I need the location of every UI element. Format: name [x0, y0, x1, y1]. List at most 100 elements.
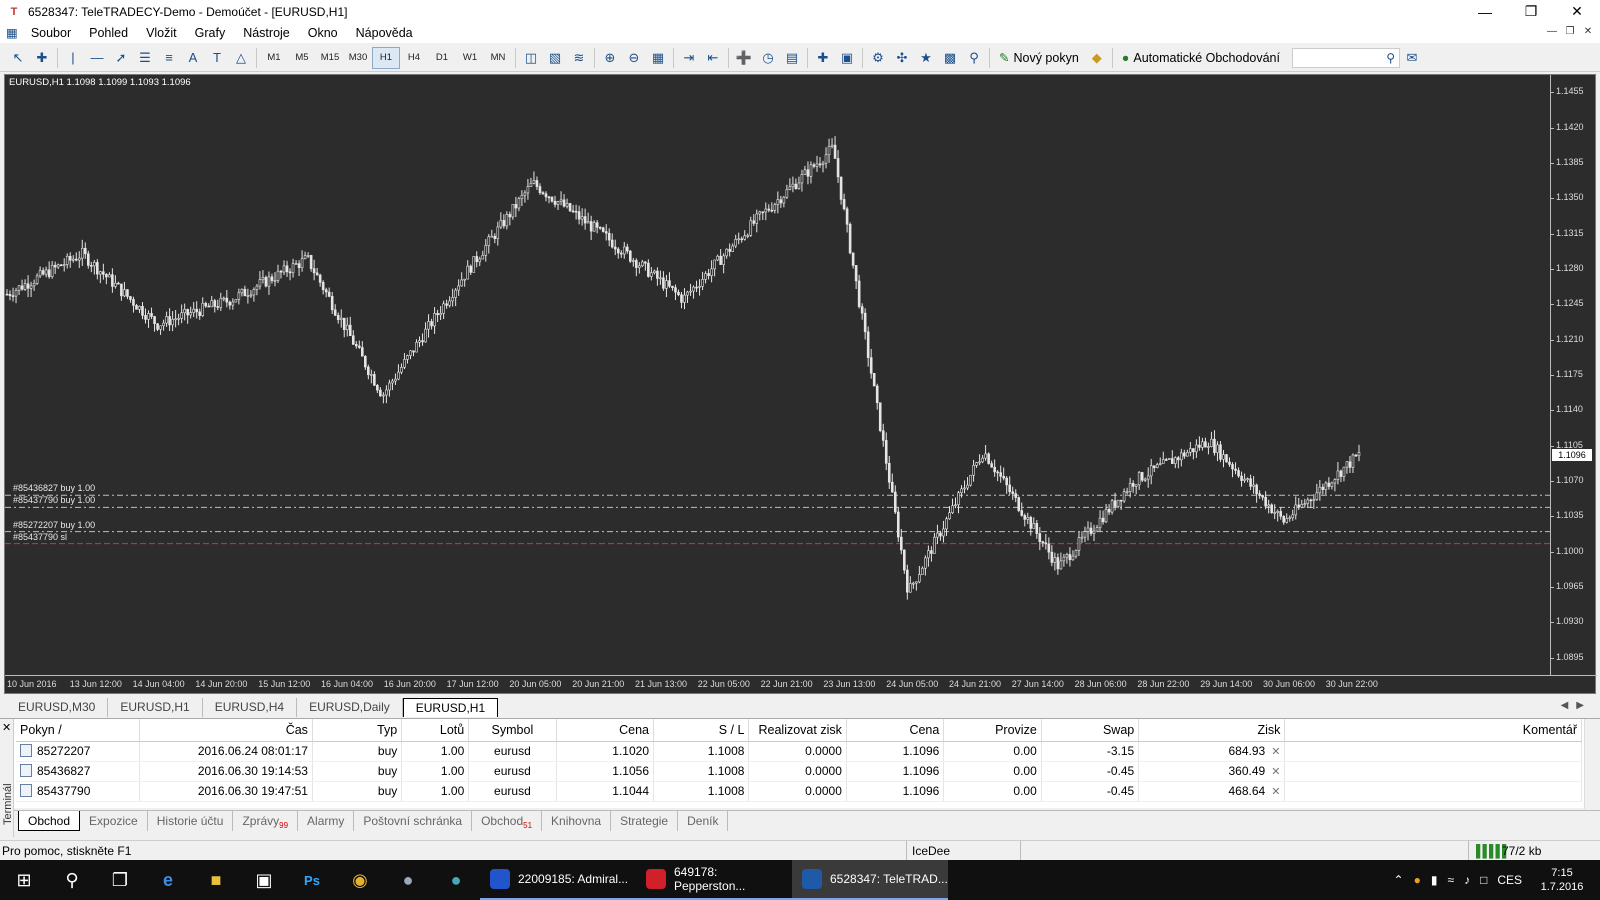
periods-clock-icon[interactable]: ◷	[756, 47, 780, 69]
terminal-tab[interactable]: Strategie	[611, 811, 679, 831]
column-header[interactable]: Realizovat zisk	[748, 719, 847, 742]
taskbar-app[interactable]: 6528347: TeleTRAD...	[792, 860, 948, 900]
menu-napoveda[interactable]: Nápověda	[347, 23, 422, 43]
timeframe-d1[interactable]: D1	[428, 47, 456, 69]
timeframe-m30[interactable]: M30	[344, 47, 372, 69]
minimize-button[interactable]: —	[1462, 0, 1508, 23]
taskbar-app[interactable]: 649178: Pepperston...	[636, 860, 792, 900]
mdi-icon[interactable]: ▦	[0, 23, 22, 43]
file-explorer-icon[interactable]: ■	[192, 860, 240, 900]
terminal-tab[interactable]: Obchod51	[472, 811, 543, 831]
timeframe-h4[interactable]: H4	[400, 47, 428, 69]
table-row[interactable]: 85437790 2016.06.30 19:47:51 buy 1.00 eurusd…	[16, 781, 1582, 802]
vertical-line-icon[interactable]: |	[61, 47, 85, 69]
chrome-icon[interactable]: ◉	[336, 860, 384, 900]
line-chart-icon[interactable]: ≋	[567, 47, 591, 69]
chat-icon[interactable]: ✉	[1400, 47, 1424, 69]
search-input[interactable]: ⚲	[1291, 47, 1400, 68]
tray-app-icon[interactable]: ●	[1414, 873, 1421, 887]
bar-chart-icon[interactable]: ◫	[519, 47, 543, 69]
new-order-button[interactable]: ✎ Nový pokyn	[993, 47, 1085, 69]
fibonacci-icon[interactable]: ≡	[157, 47, 181, 69]
terminal-tab[interactable]: Zprávy99	[233, 811, 299, 831]
start-windows-icon[interactable]: ⊞	[0, 860, 48, 900]
timeframe-w1[interactable]: W1	[456, 47, 484, 69]
table-row[interactable]: 85436827 2016.06.30 19:14:53 buy 1.00 eurusd…	[16, 761, 1582, 782]
close-button[interactable]: ✕	[1554, 0, 1600, 23]
volume-icon[interactable]: ♪	[1464, 873, 1470, 887]
terminal-tab[interactable]: Deník	[678, 811, 729, 831]
terminal-tab[interactable]: Knihovna	[542, 811, 612, 831]
tray-chevron-icon[interactable]: ⌃	[1394, 873, 1404, 887]
close-order-icon[interactable]: ✕	[1271, 746, 1280, 758]
templates-icon[interactable]: ▤	[780, 47, 804, 69]
chart-tab[interactable]: EURUSD,M30	[6, 698, 109, 717]
terminal-icon[interactable]: ▩	[938, 47, 962, 69]
menu-soubor[interactable]: Soubor	[22, 23, 80, 43]
chart-tab[interactable]: EURUSD,H1	[108, 698, 203, 717]
text-label-icon[interactable]: T	[205, 47, 229, 69]
app-badge-icon[interactable]: ●	[432, 860, 480, 900]
table-row[interactable]: 85272207 2016.06.24 08:01:17 buy 1.00 eurusd…	[16, 741, 1582, 762]
zoom-out-icon[interactable]: ⊖	[622, 47, 646, 69]
column-header[interactable]: Cena	[556, 719, 655, 742]
mdi-restore-button[interactable]: ❐	[1562, 23, 1578, 41]
column-header[interactable]: Zisk	[1138, 719, 1286, 742]
tile-windows-icon[interactable]: ▦	[646, 47, 670, 69]
chart-tab[interactable]: EURUSD,Daily	[297, 698, 403, 717]
battery-icon[interactable]: ▮	[1431, 873, 1438, 887]
notifications-icon[interactable]: □	[1480, 873, 1487, 887]
crosshair-icon[interactable]: ✚	[30, 47, 54, 69]
terminal-scrollbar[interactable]	[1584, 719, 1600, 809]
column-header[interactable]: S / L	[653, 719, 750, 742]
signals-icon[interactable]: ◆	[1085, 47, 1109, 69]
terminal-tab[interactable]: Alarmy	[298, 811, 355, 831]
app-globe-icon[interactable]: ●	[384, 860, 432, 900]
column-header[interactable]: Komentář	[1284, 719, 1582, 742]
text-icon[interactable]: A	[181, 47, 205, 69]
horizontal-line-icon[interactable]: —	[85, 47, 109, 69]
market-watch-icon[interactable]: ⚙	[866, 47, 890, 69]
close-order-icon[interactable]: ✕	[1271, 786, 1280, 798]
edge-icon[interactable]: e	[144, 860, 192, 900]
mdi-close-button[interactable]: ✕	[1580, 23, 1596, 41]
terminal-close-icon[interactable]: ✕	[2, 721, 11, 734]
auto-trading-button[interactable]: ● Automatické Obchodování	[1116, 47, 1286, 69]
menu-pohled[interactable]: Pohled	[80, 23, 137, 43]
search-icon[interactable]: ⚲	[48, 860, 96, 900]
chart-tab[interactable]: EURUSD,H4	[203, 698, 298, 717]
zoom-in-icon[interactable]: ⊕	[598, 47, 622, 69]
timeframe-mn[interactable]: MN	[484, 47, 512, 69]
favorites-icon[interactable]: ★	[914, 47, 938, 69]
chart-shift-icon[interactable]: ⇤	[701, 47, 725, 69]
maximize-button[interactable]: ❐	[1508, 0, 1554, 23]
trendline-icon[interactable]: ➚	[109, 47, 133, 69]
timeframe-m5[interactable]: M5	[288, 47, 316, 69]
profiles-icon[interactable]: ▣	[835, 47, 859, 69]
timeframe-m15[interactable]: M15	[316, 47, 344, 69]
column-header[interactable]: Pokyn /	[16, 719, 141, 742]
menu-okno[interactable]: Okno	[299, 23, 347, 43]
column-header[interactable]: Typ	[312, 719, 403, 742]
language-indicator[interactable]: CES	[1497, 873, 1522, 887]
menu-vlozit[interactable]: Vložit	[137, 23, 186, 43]
timeframe-h1[interactable]: H1	[372, 46, 400, 69]
price-chart[interactable]	[5, 75, 1550, 675]
menu-nastroje[interactable]: Nástroje	[234, 23, 299, 43]
terminal-tab[interactable]: Historie účtu	[148, 811, 234, 831]
autoscroll-icon[interactable]: ⇥	[677, 47, 701, 69]
store-icon[interactable]: ▣	[240, 860, 288, 900]
column-header[interactable]: Čas	[139, 719, 313, 742]
terminal-tab[interactable]: Poštovní schránka	[354, 811, 473, 831]
chart-tab[interactable]: EURUSD,H1	[402, 698, 499, 717]
terminal-tab[interactable]: Expozice	[80, 811, 148, 831]
column-header[interactable]: Lotů	[401, 719, 470, 742]
column-header[interactable]: Provize	[943, 719, 1042, 742]
candlestick-icon[interactable]: ▧	[543, 47, 567, 69]
channel-icon[interactable]: ☰	[133, 47, 157, 69]
navigator-icon[interactable]: ✣	[890, 47, 914, 69]
photoshop-icon[interactable]: Ps	[288, 860, 336, 900]
timeframe-m1[interactable]: M1	[260, 47, 288, 69]
column-header[interactable]: Cena	[846, 719, 945, 742]
title-bar[interactable]: T 6528347: TeleTRADECY-Demo - Demoúčet -…	[0, 0, 1600, 23]
